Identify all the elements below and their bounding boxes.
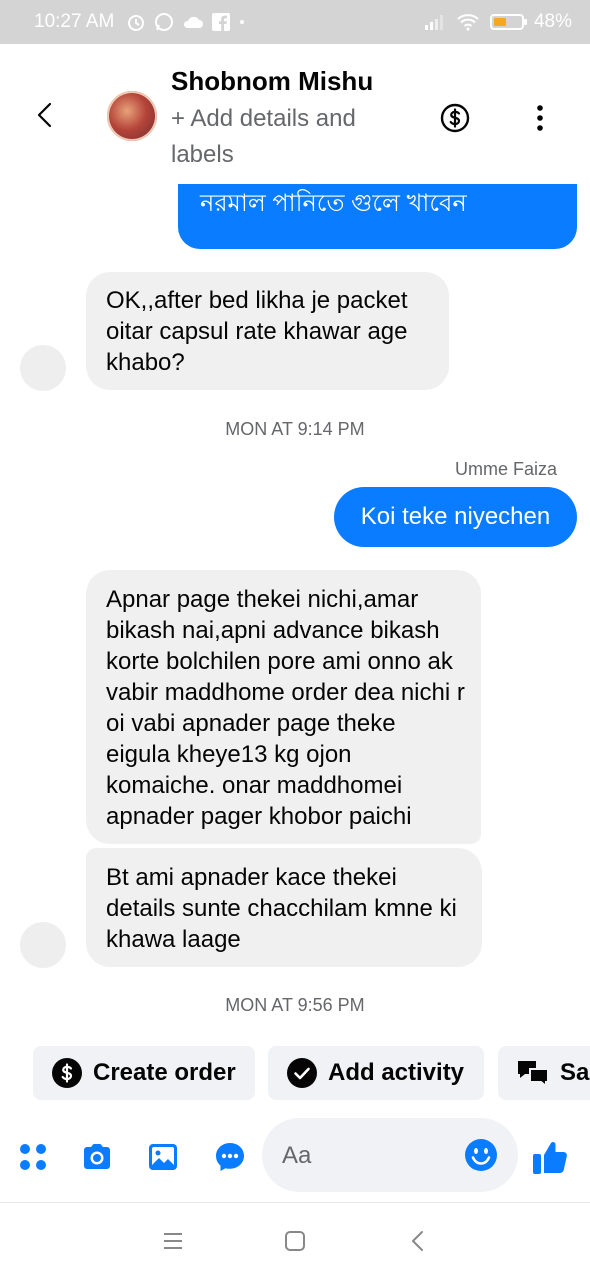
message-bubble-incoming[interactable]: OK,,after bed likha je packet oitar caps… — [86, 272, 449, 390]
whatsapp-icon — [155, 13, 174, 31]
message-text: নরমাল পানিতে গুলে খাবেন — [200, 190, 467, 217]
system-navigation-bar — [0, 1202, 590, 1281]
dollar-circle-icon[interactable] — [439, 102, 471, 134]
message-input-placeholder: Aa — [282, 1142, 312, 1169]
emoji-icon[interactable] — [464, 1138, 498, 1172]
quick-actions-bar: Create order Add activity Sa — [0, 1046, 590, 1100]
conversation-header: Shobnom Mishu + Add details and labels — [0, 44, 590, 184]
contact-avatar[interactable] — [107, 91, 157, 141]
saved-replies-label: Sa — [560, 1059, 590, 1086]
sender-avatar[interactable] — [20, 345, 66, 391]
add-activity-button[interactable]: Add activity — [268, 1046, 484, 1100]
facebook-icon — [212, 13, 231, 31]
message-text: OK,,after bed likha je packet oitar caps… — [106, 287, 408, 376]
camera-icon[interactable] — [80, 1140, 114, 1174]
create-order-button[interactable]: Create order — [33, 1046, 255, 1100]
back-icon[interactable] — [407, 1229, 431, 1253]
thumbs-up-icon[interactable] — [530, 1138, 570, 1176]
dollar-circle-icon — [52, 1058, 82, 1088]
status-system-icons: 48% — [424, 0, 572, 44]
sender-label: Umme Faiza — [454, 459, 557, 479]
gallery-icon[interactable] — [146, 1140, 180, 1174]
message-text: Apnar page thekei nichi,amar bikash nai,… — [106, 586, 465, 830]
message-bubble-incoming[interactable]: Bt ami apnader kace thekei details sunte… — [86, 848, 482, 967]
message-bubble-outgoing[interactable]: নরমাল পানিতে গুলে খাবেন — [178, 184, 577, 249]
saved-replies-icon[interactable] — [213, 1140, 247, 1174]
status-notification-icons — [126, 12, 246, 32]
message-timestamp: MON AT 9:14 PM — [225, 419, 365, 439]
home-icon[interactable] — [283, 1229, 307, 1253]
four-dots-menu-icon[interactable] — [16, 1140, 50, 1174]
create-order-label: Create order — [93, 1059, 236, 1086]
signal-icon — [424, 15, 443, 30]
message-bubble-incoming[interactable]: Apnar page thekei nichi,amar bikash nai,… — [86, 570, 481, 844]
status-bar: 10:27 AM 48% — [0, 0, 590, 44]
contact-name[interactable]: Shobnom Mishu — [171, 66, 373, 97]
status-time: 10:27 AM — [34, 11, 115, 32]
partial-message-clip: নরমাল পানিতে গুলে খাবেন — [178, 184, 577, 249]
add-activity-label: Add activity — [328, 1059, 465, 1086]
recent-apps-icon[interactable] — [161, 1229, 185, 1253]
sender-avatar[interactable] — [20, 922, 66, 968]
back-arrow-icon[interactable] — [30, 99, 62, 131]
alarm-icon — [128, 15, 145, 31]
add-details-link[interactable]: + Add details and labels — [171, 101, 401, 173]
more-options-icon[interactable] — [530, 102, 550, 134]
wifi-icon — [457, 14, 479, 31]
message-bubble-outgoing[interactable]: Koi teke niyechen — [334, 487, 577, 547]
saved-replies-button[interactable]: Sa — [498, 1046, 590, 1100]
message-text: Koi teke niyechen — [360, 503, 551, 530]
message-text: Bt ami apnader kace thekei details sunte… — [106, 864, 457, 953]
check-circle-icon — [287, 1058, 317, 1088]
chat-bubbles-icon — [518, 1061, 549, 1089]
message-timestamp: MON AT 9:56 PM — [225, 995, 365, 1015]
cloud-icon — [184, 16, 204, 28]
message-composer: Aa — [0, 1118, 590, 1194]
battery-percent: 48% — [533, 11, 572, 32]
battery-icon — [489, 14, 527, 30]
dot-icon — [240, 20, 245, 24]
message-input[interactable]: Aa — [262, 1118, 518, 1192]
